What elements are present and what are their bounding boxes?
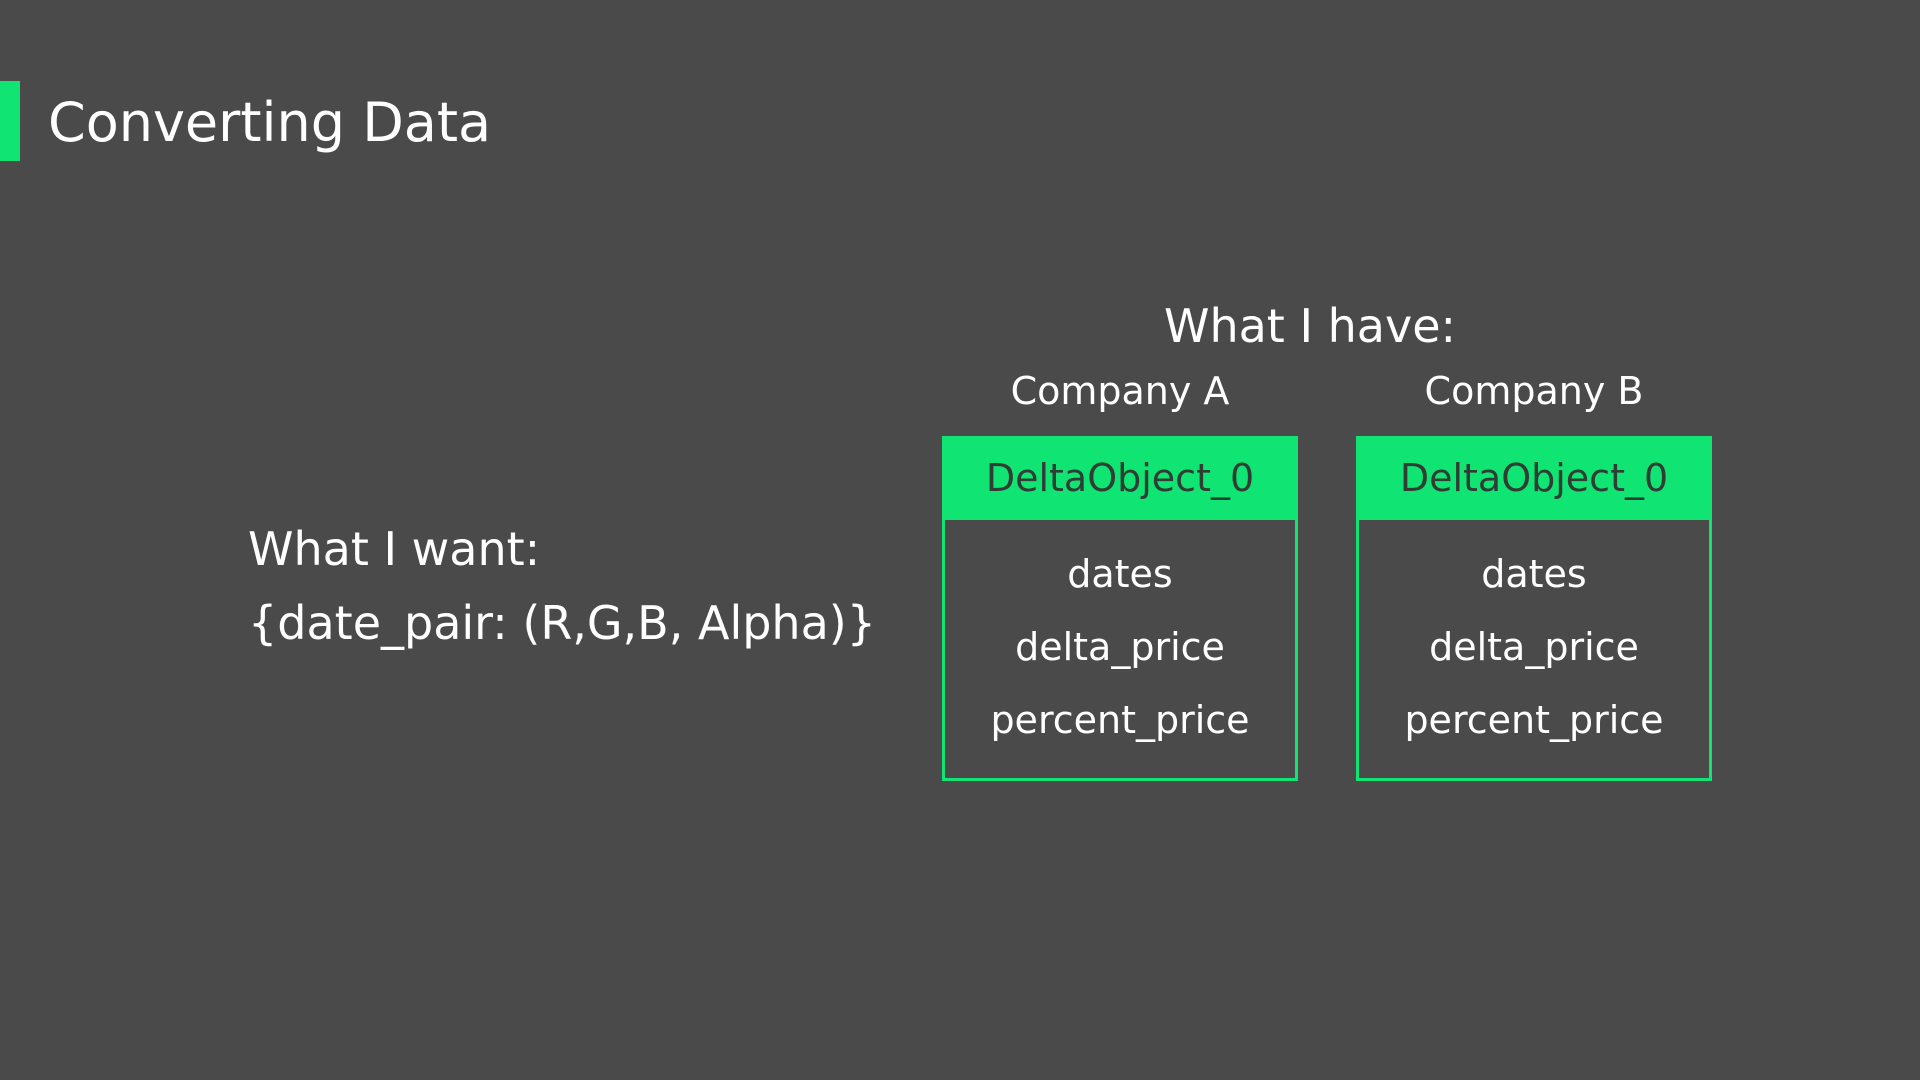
field-dates: dates <box>1067 552 1173 596</box>
field-percent-price: percent_price <box>990 698 1250 742</box>
object-fields-box: dates delta_price percent_price <box>942 520 1298 781</box>
object-header: DeltaObject_0 <box>942 436 1298 520</box>
object-header: DeltaObject_0 <box>1356 436 1712 520</box>
field-percent-price: percent_price <box>1404 698 1664 742</box>
field-dates: dates <box>1481 552 1587 596</box>
slide: Converting Data What I want: {date_pair:… <box>0 0 1920 1080</box>
field-delta-price: delta_price <box>1015 625 1225 669</box>
object-fields-box: dates delta_price percent_price <box>1356 520 1712 781</box>
want-expression: {date_pair: (R,G,B, Alpha)} <box>248 596 876 650</box>
company-label: Company A <box>1010 369 1230 413</box>
title-accent-bar <box>0 81 20 161</box>
company-label: Company B <box>1424 369 1644 413</box>
have-heading: What I have: <box>1163 299 1457 353</box>
field-delta-price: delta_price <box>1429 625 1639 669</box>
slide-title: Converting Data <box>48 91 492 154</box>
want-heading: What I want: <box>248 522 541 576</box>
